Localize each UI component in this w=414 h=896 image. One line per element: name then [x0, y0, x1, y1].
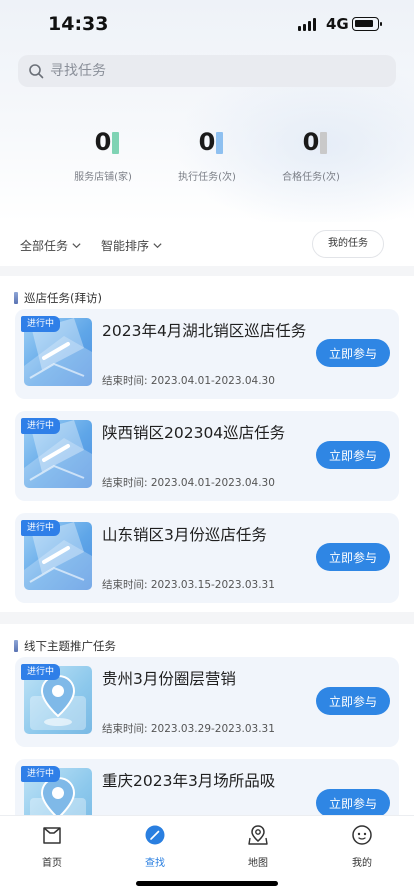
search-icon [29, 64, 44, 79]
all-tasks-dropdown[interactable]: 全部任务 [20, 237, 82, 254]
stat-executed-accent [216, 132, 224, 154]
stat-executed: 0 执行任务(次) [152, 128, 262, 183]
section-title-text: 巡店任务(拜访) [24, 291, 102, 305]
tab-map-label: 地图 [248, 858, 268, 869]
stats-row: 0 服务店铺(家) 0 执行任务(次) 0 合格任务(次) [0, 128, 414, 198]
task-card[interactable]: 进行中 贵州3月份圈层营销 结束时间: 2023.03.29-2023.03.3… [15, 657, 399, 747]
profile-icon [352, 825, 372, 845]
task-date: 结束时间: 2023.04.01-2023.04.30 [102, 375, 275, 387]
task-title: 2023年4月湖北销区巡店任务 [102, 322, 307, 340]
tab-find-label: 查找 [145, 858, 165, 869]
tab-profile-label: 我的 [352, 858, 372, 869]
stat-qualified-value: 0 [302, 128, 320, 156]
status-badge: 进行中 [21, 418, 61, 434]
home-icon [43, 827, 61, 844]
stat-executed-value: 0 [198, 128, 216, 156]
stat-shops: 0 服务店铺(家) [48, 128, 158, 183]
tab-find[interactable]: 查找 [125, 824, 185, 869]
filter-bar: 全部任务 智能排序 我的任务 [0, 222, 414, 266]
search-input[interactable] [50, 63, 370, 79]
all-tasks-label: 全部任务 [20, 239, 69, 253]
section-title: 巡店任务(拜访) [14, 290, 102, 306]
task-card[interactable]: 进行中 重庆2023年3月场所品吸 立即参与 [15, 759, 399, 815]
section-offline-promotion: 线下主题推广任务 进行中 贵州3月份圈层营销 结束时间: 2023.03.29-… [0, 624, 414, 815]
task-date: 结束时间: 2023.03.15-2023.03.31 [102, 579, 275, 591]
status-time: 14:33 [48, 13, 109, 35]
status-badge: 进行中 [21, 316, 61, 332]
my-tasks-button[interactable]: 我的任务 [312, 230, 384, 258]
join-button[interactable]: 立即参与 [316, 543, 390, 571]
task-card[interactable]: 进行中 陕西销区202304巡店任务 结束时间: 2023.04.01-2023… [15, 411, 399, 501]
task-card[interactable]: 进行中 山东销区3月份巡店任务 结束时间: 2023.03.15-2023.03… [15, 513, 399, 603]
search-bar[interactable] [18, 55, 396, 87]
chevron-down-icon [153, 243, 162, 249]
signal-icon [298, 18, 316, 31]
join-button[interactable]: 立即参与 [316, 441, 390, 469]
sort-label: 智能排序 [101, 239, 150, 253]
sort-dropdown[interactable]: 智能排序 [101, 237, 163, 254]
task-card[interactable]: 进行中 2023年4月湖北销区巡店任务 结束时间: 2023.04.01-202… [15, 309, 399, 399]
stat-qualified-label: 合格任务(次) [282, 172, 340, 183]
stat-shops-value: 0 [94, 128, 112, 156]
stat-qualified-accent [320, 132, 328, 154]
status-bar: 14:33 4G [0, 0, 414, 50]
task-date: 结束时间: 2023.04.01-2023.04.30 [102, 477, 275, 489]
task-title: 贵州3月份圈层营销 [102, 670, 236, 688]
map-pin-icon [248, 825, 268, 845]
stat-executed-label: 执行任务(次) [178, 172, 236, 183]
task-title: 陕西销区202304巡店任务 [102, 424, 286, 442]
join-button[interactable]: 立即参与 [316, 687, 390, 715]
stat-shops-label: 服务店铺(家) [74, 172, 132, 183]
section-marker [14, 640, 18, 652]
battery-icon [352, 17, 382, 31]
stat-qualified: 0 合格任务(次) [256, 128, 366, 183]
section-marker [14, 292, 18, 304]
tab-home[interactable]: 首页 [22, 824, 82, 869]
chevron-down-icon [72, 243, 81, 249]
status-badge: 进行中 [21, 664, 61, 680]
join-button[interactable]: 立即参与 [316, 339, 390, 367]
home-indicator [136, 881, 278, 886]
section-store-visit: 巡店任务(拜访) 进行中 2023年4月湖北销区巡店任务 结束时间: 2023.… [0, 276, 414, 612]
section-title-text: 线下主题推广任务 [24, 639, 116, 653]
section-title: 线下主题推广任务 [14, 638, 116, 654]
task-title: 重庆2023年3月场所品吸 [102, 772, 276, 790]
task-date: 结束时间: 2023.03.29-2023.03.31 [102, 723, 275, 735]
stat-shops-accent [112, 132, 120, 154]
tab-map[interactable]: 地图 [228, 824, 288, 869]
task-title: 山东销区3月份巡店任务 [102, 526, 267, 544]
join-button[interactable]: 立即参与 [316, 789, 390, 815]
tab-profile[interactable]: 我的 [332, 824, 392, 869]
status-badge: 进行中 [21, 766, 61, 782]
status-badge: 进行中 [21, 520, 61, 536]
network-label: 4G [326, 15, 349, 33]
search-compass-icon [145, 825, 165, 845]
tab-home-label: 首页 [42, 858, 62, 869]
